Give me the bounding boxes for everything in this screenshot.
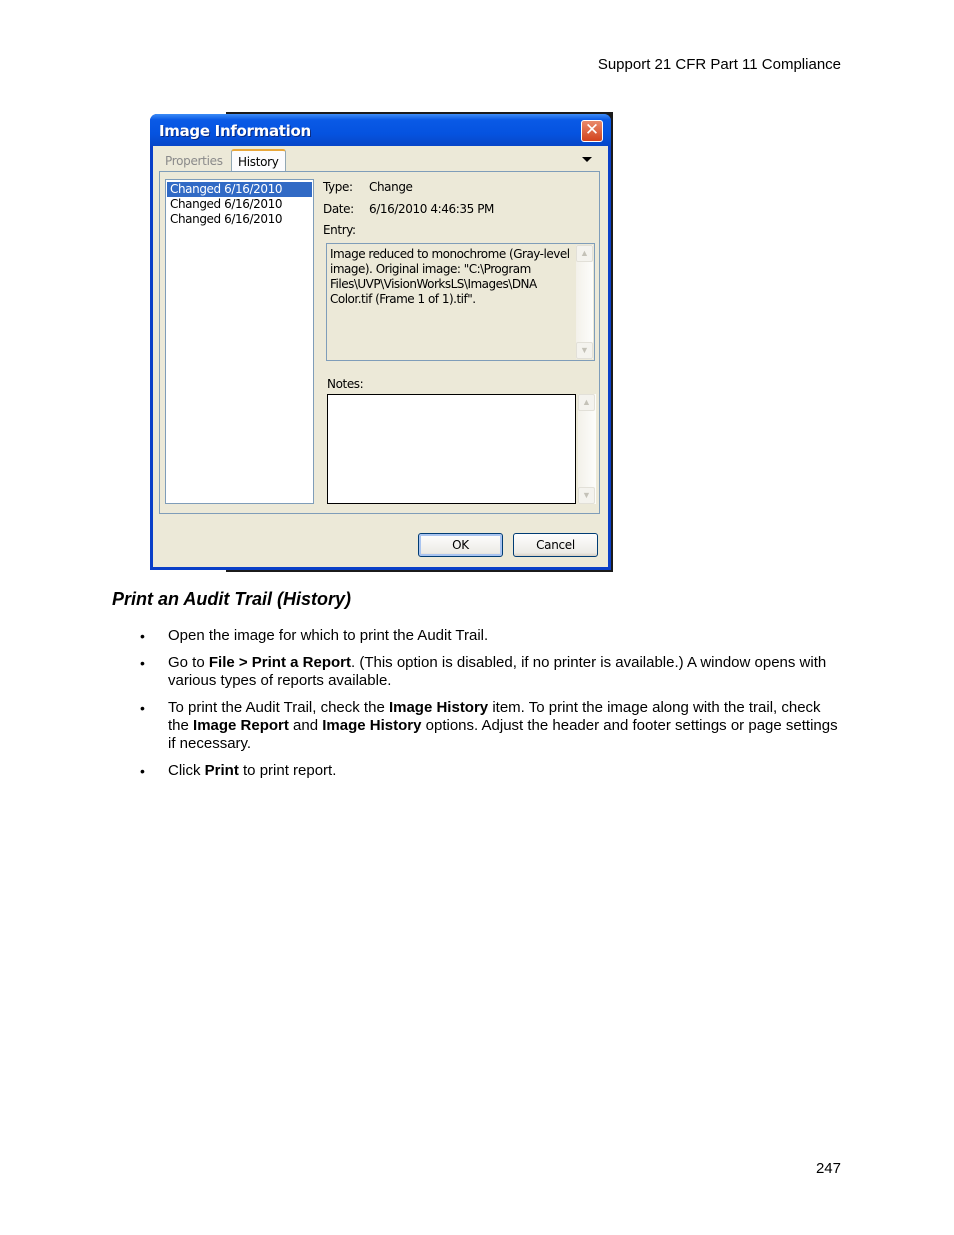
history-list-item[interactable]: Changed 6/16/2010: [167, 182, 312, 197]
list-item: Open the image for which to print the Au…: [140, 627, 840, 645]
instruction-list: Open the image for which to print the Au…: [140, 627, 840, 789]
list-item: Click Print to print report.: [140, 762, 840, 780]
cancel-button[interactable]: Cancel: [513, 533, 598, 557]
bold-term: Image Report: [193, 717, 289, 734]
close-icon: ✕: [584, 120, 600, 140]
dialog-client-area: Properties History Changed 6/16/2010 Cha…: [153, 146, 608, 567]
text-run: Go to: [168, 654, 209, 671]
bold-term: Image History: [388, 699, 489, 716]
notes-label: Notes:: [327, 377, 364, 391]
list-item: To print the Audit Trail, check the Imag…: [140, 699, 840, 753]
history-list[interactable]: Changed 6/16/2010 Changed 6/16/2010 Chan…: [165, 179, 314, 504]
bold-term: Print: [204, 762, 239, 779]
running-header: Support 21 CFR Part 11 Compliance: [597, 56, 841, 73]
history-list-item[interactable]: Changed 6/16/2010: [167, 212, 312, 227]
scroll-up-icon[interactable]: ▲: [578, 394, 595, 411]
scroll-down-icon[interactable]: ▼: [578, 487, 595, 504]
text-run: Click: [168, 762, 205, 779]
text-run: To print the Audit Trail, check the: [168, 699, 389, 716]
text-run: to print report.: [238, 762, 337, 779]
tab-strip: Properties History: [153, 146, 608, 172]
bold-term: Image History: [322, 717, 422, 734]
tab-history[interactable]: History: [231, 149, 286, 172]
scroll-down-icon[interactable]: ▼: [576, 342, 593, 359]
notes-textarea[interactable]: [327, 394, 576, 504]
tab-properties[interactable]: Properties: [159, 151, 229, 171]
type-label: Type:: [323, 180, 353, 194]
entry-text: Image reduced to monochrome (Gray-level …: [330, 247, 570, 306]
date-value: 6/16/2010 4:46:35 PM: [369, 202, 495, 216]
entry-textbox[interactable]: Image reduced to monochrome (Gray-level …: [326, 243, 595, 361]
ok-button[interactable]: OK: [418, 533, 503, 557]
close-button[interactable]: ✕: [581, 120, 603, 142]
image-information-dialog: Image Information ✕ Properties History C…: [150, 114, 611, 570]
scroll-up-icon[interactable]: ▲: [576, 245, 593, 262]
history-tab-panel: Changed 6/16/2010 Changed 6/16/2010 Chan…: [159, 171, 600, 514]
notes-scrollbar[interactable]: ▲ ▼: [578, 394, 596, 504]
chevron-down-icon[interactable]: [582, 157, 592, 162]
dialog-title: Image Information: [159, 122, 311, 140]
type-value: Change: [369, 180, 413, 194]
section-heading: Print an Audit Trail (History): [112, 589, 352, 609]
title-bar[interactable]: Image Information ✕: [150, 114, 611, 146]
page-number: 247: [815, 1160, 841, 1177]
entry-scrollbar[interactable]: ▲ ▼: [576, 245, 593, 359]
history-list-item[interactable]: Changed 6/16/2010: [167, 197, 312, 212]
entry-label: Entry:: [323, 223, 356, 237]
text-run: and: [288, 717, 323, 734]
date-label: Date:: [323, 202, 354, 216]
text-run: Open the image for which to print the Au…: [168, 627, 489, 644]
dialog-screenshot: Image Information ✕ Properties History C…: [150, 112, 613, 572]
list-item: Go to File > Print a Report. (This optio…: [140, 654, 840, 690]
bold-term: File > Print a Report: [208, 654, 351, 671]
